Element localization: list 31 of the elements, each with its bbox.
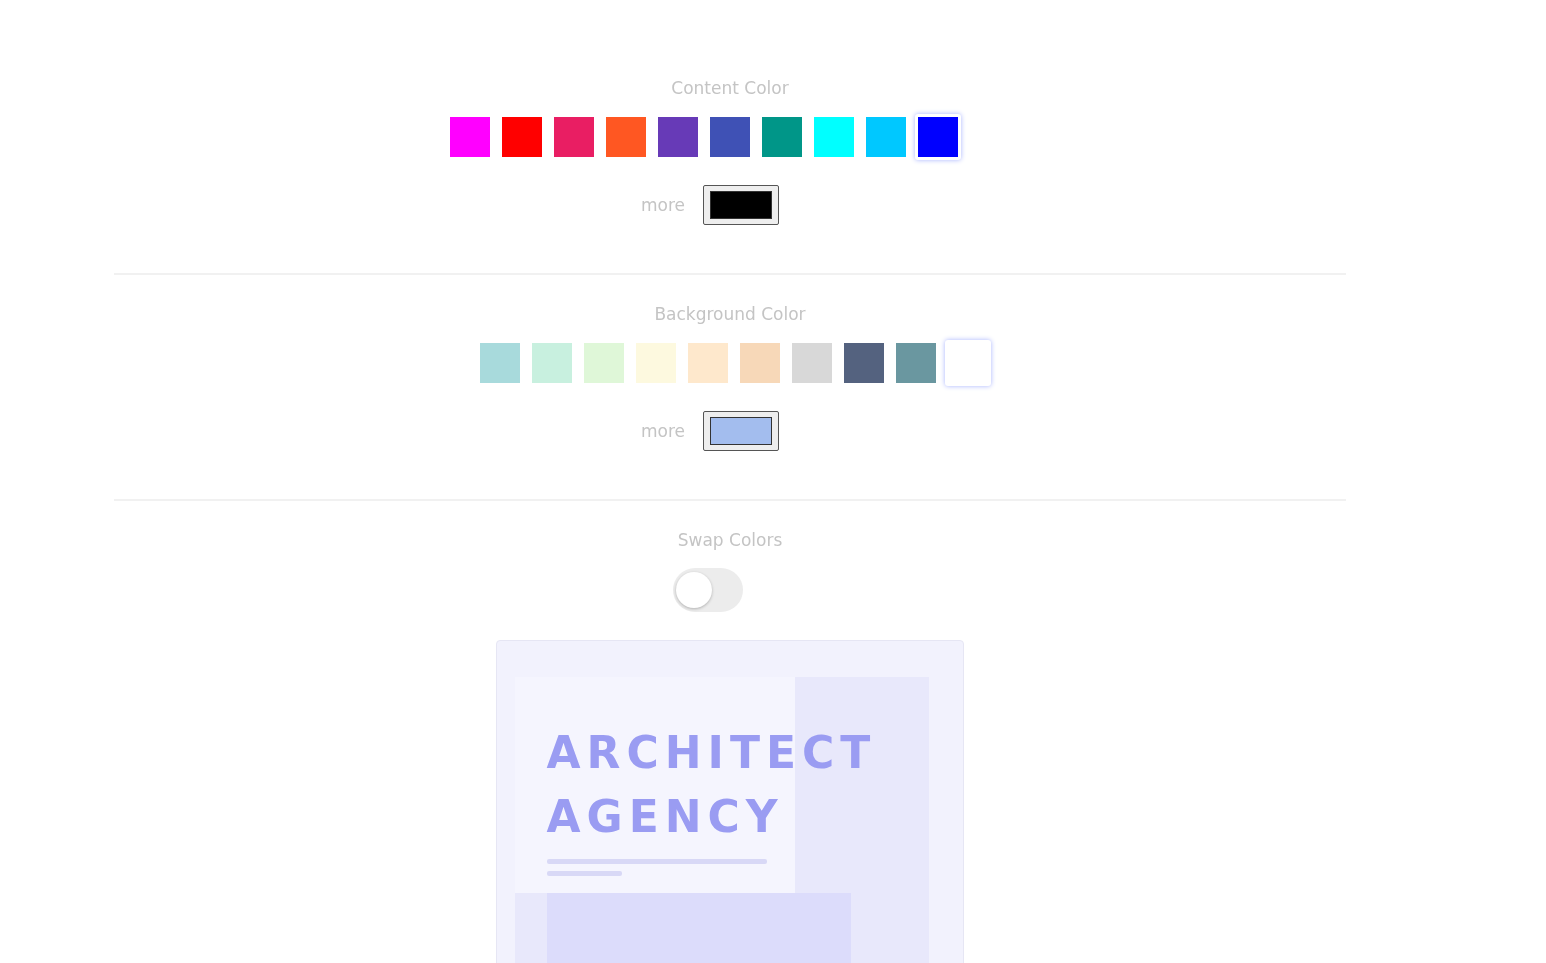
color-swatch[interactable]: [447, 114, 493, 160]
section-title: Content Color: [671, 77, 789, 100]
color-swatch[interactable]: [759, 114, 805, 160]
color-swatch[interactable]: [893, 340, 939, 386]
color-swatch[interactable]: [551, 114, 597, 160]
section-title: Background Color: [654, 303, 806, 326]
color-swatch[interactable]: [737, 340, 783, 386]
color-swatch[interactable]: [945, 340, 991, 386]
color-swatch[interactable]: [499, 114, 545, 160]
color-swatch[interactable]: [685, 340, 731, 386]
toggle-switch[interactable]: [673, 568, 743, 612]
color-swatch[interactable]: [529, 340, 575, 386]
color-swatch[interactable]: [581, 340, 627, 386]
more-label: more: [640, 195, 685, 215]
color-swatch[interactable]: [707, 114, 753, 160]
color-picker-button[interactable]: [703, 411, 779, 451]
color-swatch[interactable]: [811, 114, 857, 160]
color-swatch[interactable]: [915, 114, 961, 160]
color-swatch[interactable]: [633, 340, 679, 386]
color-swatch[interactable]: [863, 114, 909, 160]
preview-title: ARCHITECT: [546, 726, 877, 780]
color-swatch[interactable]: [841, 340, 887, 386]
color-swatch[interactable]: [477, 340, 523, 386]
design-preview-card[interactable]: ARCHITECT AGENCY: [495, 640, 964, 963]
color-swatch[interactable]: [603, 114, 649, 160]
more-label: more: [640, 421, 685, 441]
section-title: Swap Colors: [677, 529, 783, 552]
preview-title: AGENCY: [546, 790, 784, 844]
color-picker-button[interactable]: [703, 185, 779, 225]
color-swatch[interactable]: [655, 114, 701, 160]
color-swatch[interactable]: [789, 340, 835, 386]
